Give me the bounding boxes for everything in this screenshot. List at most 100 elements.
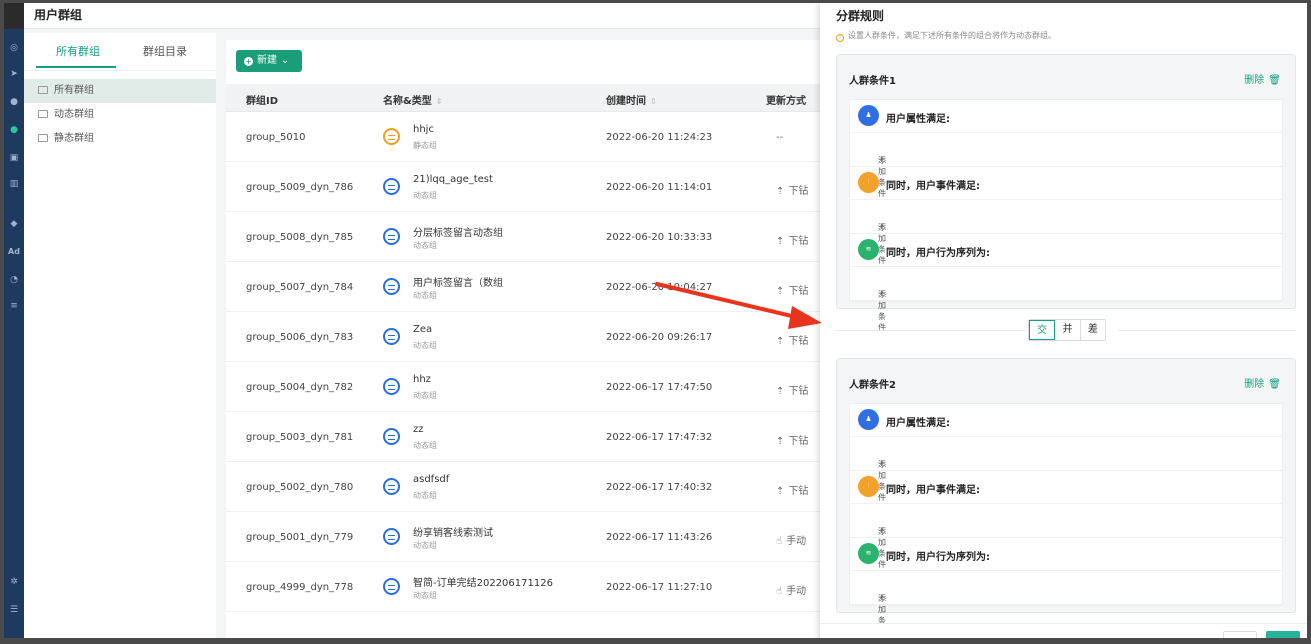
group-id: group_5007_dyn_784	[246, 282, 354, 293]
condition-title: 人群条件1	[849, 76, 896, 87]
static-group-icon	[383, 128, 400, 145]
drill-down-icon: ⇡	[776, 236, 785, 247]
table-row[interactable]: group_5006_dyn_783 Zea 动态组 2022-06-20 09:26…	[226, 312, 826, 362]
bookmark-icon[interactable]: ▣	[7, 151, 21, 165]
group-type: 动态组	[413, 341, 437, 350]
page-title: 用户群组	[34, 8, 83, 22]
delete-condition-button[interactable]: 删除 🗑	[1244, 71, 1281, 86]
info-icon: !	[836, 34, 844, 42]
section-label: 同时，用户行为序列为:	[886, 552, 990, 563]
created-time: 2022-06-20 10:33:33	[606, 232, 713, 243]
dashboard-icon[interactable]: ◎	[7, 41, 21, 55]
list-icon[interactable]: ≡	[7, 299, 21, 313]
update-mode: ⇡ 下钻	[776, 432, 808, 447]
tab-group-directory[interactable]: 群组目录	[143, 43, 187, 59]
bar-chart-icon[interactable]: ▥	[7, 177, 21, 191]
group-name[interactable]: zz	[413, 424, 424, 435]
table-row[interactable]: group_5001_dyn_779 纷享销客线索测试 动态组 2022-06-17 …	[226, 512, 826, 562]
column-header-time[interactable]: 创建时间 ⇕	[606, 92, 657, 107]
group-id: group_4999_dyn_778	[246, 582, 354, 593]
new-button[interactable]: + 新建 ⌄	[236, 50, 302, 72]
send-icon[interactable]: ➤	[7, 67, 21, 81]
set-op-union[interactable]: 并	[1055, 320, 1081, 340]
cancel-button[interactable]	[1223, 631, 1257, 638]
drawer-footer	[820, 623, 1307, 638]
group-id: group_5006_dyn_783	[246, 332, 354, 343]
add-condition-button[interactable]: + 添加条件	[850, 267, 1282, 332]
dynamic-group-icon	[383, 278, 400, 295]
drill-down-icon: ⇡	[776, 436, 785, 447]
group-name[interactable]: hhz	[413, 374, 431, 385]
created-time: 2022-06-20 09:26:17	[606, 332, 713, 343]
group-name[interactable]: 分层标签留言动态组	[413, 224, 503, 239]
group-type: 动态组	[413, 541, 437, 550]
dynamic-group-icon	[383, 328, 400, 345]
column-header-id: 群组ID	[246, 96, 279, 107]
group-item-all[interactable]: 所有群组	[24, 79, 216, 103]
sort-icon[interactable]: ⇕	[650, 97, 657, 106]
update-mode-label: 下钻	[788, 436, 809, 447]
table-row[interactable]: group_5010 hhjc 静态组 2022-06-20 11:24:23 --	[226, 112, 826, 162]
table-row[interactable]: group_5009_dyn_786 21)lqq_age_test 动态组 2022…	[226, 162, 826, 212]
add-condition-button[interactable]: + 添加条件	[850, 571, 1282, 636]
group-name[interactable]: 21)lqq_age_test	[413, 174, 493, 185]
user-icon[interactable]: ●	[7, 95, 21, 109]
update-mode-label: 下钻	[788, 386, 809, 397]
drill-down-icon: ⇡	[776, 186, 785, 197]
table-row[interactable]: group_5007_dyn_784 用户标签留言（数组 动态组 2022-06-20…	[226, 262, 826, 312]
set-op-difference[interactable]: 差	[1081, 320, 1105, 340]
add-condition-button[interactable]: + 添加条件	[850, 133, 1282, 198]
column-header-name[interactable]: 名称&类型 ⇕	[383, 92, 442, 107]
group-name[interactable]: hhjc	[413, 124, 434, 135]
update-mode-label: 下钻	[788, 286, 809, 297]
drill-down-icon: ⇡	[776, 336, 785, 347]
set-op-intersect[interactable]: 交	[1029, 320, 1056, 340]
table-row[interactable]: group_5003_dyn_781 zz 动态组 2022-06-17 17:47:…	[226, 412, 826, 462]
group-name[interactable]: 用户标签留言（数组	[413, 274, 503, 289]
clock-icon[interactable]: ◔	[7, 273, 21, 287]
rail-logo	[4, 3, 24, 29]
drill-down-icon: ⇡	[776, 386, 785, 397]
group-name[interactable]: 智简-订单完结202206171126	[413, 574, 553, 589]
group-item-dynamic[interactable]: 动态群组	[24, 103, 216, 127]
user-event-icon: ⫶	[858, 476, 879, 497]
settings-icon[interactable]: ✲	[7, 575, 21, 589]
table-row[interactable]: group_5004_dyn_782 hhz 动态组 2022-06-17 17:47…	[226, 362, 826, 412]
user-group-icon[interactable]: ●	[7, 123, 21, 137]
menu-icon[interactable]: ☰	[7, 603, 21, 617]
add-condition-button[interactable]: + 添加条件	[850, 200, 1282, 265]
group-name[interactable]: 纷享销客线索测试	[413, 524, 493, 539]
delete-label: 删除	[1244, 75, 1265, 86]
sort-icon[interactable]: ⇕	[436, 97, 443, 106]
add-condition-button[interactable]: + 添加条件	[850, 437, 1282, 502]
created-time: 2022-06-17 17:47:50	[606, 382, 713, 393]
group-id: group_5004_dyn_782	[246, 382, 354, 393]
condition-header: 人群条件1 删除 🗑	[837, 55, 1295, 99]
group-item-static[interactable]: 静态群组	[24, 127, 216, 151]
table-header: 群组ID 名称&类型 ⇕ 创建时间 ⇕ 更新方式	[226, 84, 826, 112]
delete-condition-button[interactable]: 删除 🗑	[1244, 375, 1281, 390]
add-condition-button[interactable]: + 添加条件	[850, 504, 1282, 569]
condition-section-header: ⫶ 同时，用户事件满足:	[850, 471, 1282, 504]
ad-icon[interactable]: Ad	[7, 245, 21, 259]
table-row[interactable]: group_5008_dyn_785 分层标签留言动态组 动态组 2022-06-20…	[226, 212, 826, 262]
group-id: group_5010	[246, 132, 306, 143]
condition-card: 人群条件1 删除 🗑 ♟ 用户属性满足: + 添加条件 ⫶ 同时，用户事件满足: + 添加条件 ≋…	[836, 54, 1296, 332]
confirm-button[interactable]	[1266, 631, 1300, 638]
active-tab-indicator	[36, 66, 116, 68]
table-row[interactable]: group_4999_dyn_778 智简-订单完结202206171126 动态组…	[226, 562, 826, 612]
divider	[1118, 330, 1296, 331]
column-header-mode: 更新方式	[766, 96, 806, 107]
set-operation-switch: 交 并 差	[1028, 319, 1106, 341]
table-row[interactable]: group_5002_dyn_780 asdfsdf 动态组 2022-06-17 1…	[226, 462, 826, 512]
group-id: group_5008_dyn_785	[246, 232, 354, 243]
update-mode: --	[776, 132, 783, 143]
group-name[interactable]: Zea	[413, 324, 432, 335]
created-time: 2022-06-20 11:24:23	[606, 132, 713, 143]
condition-header: 人群条件2 删除 🗑	[837, 359, 1295, 403]
update-mode-label: 手动	[786, 536, 807, 547]
group-name[interactable]: asdfsdf	[413, 474, 449, 485]
tab-all-groups[interactable]: 所有群组	[56, 43, 100, 59]
user-attribute-icon: ♟	[858, 105, 879, 126]
chat-icon[interactable]: ◆	[7, 217, 21, 231]
